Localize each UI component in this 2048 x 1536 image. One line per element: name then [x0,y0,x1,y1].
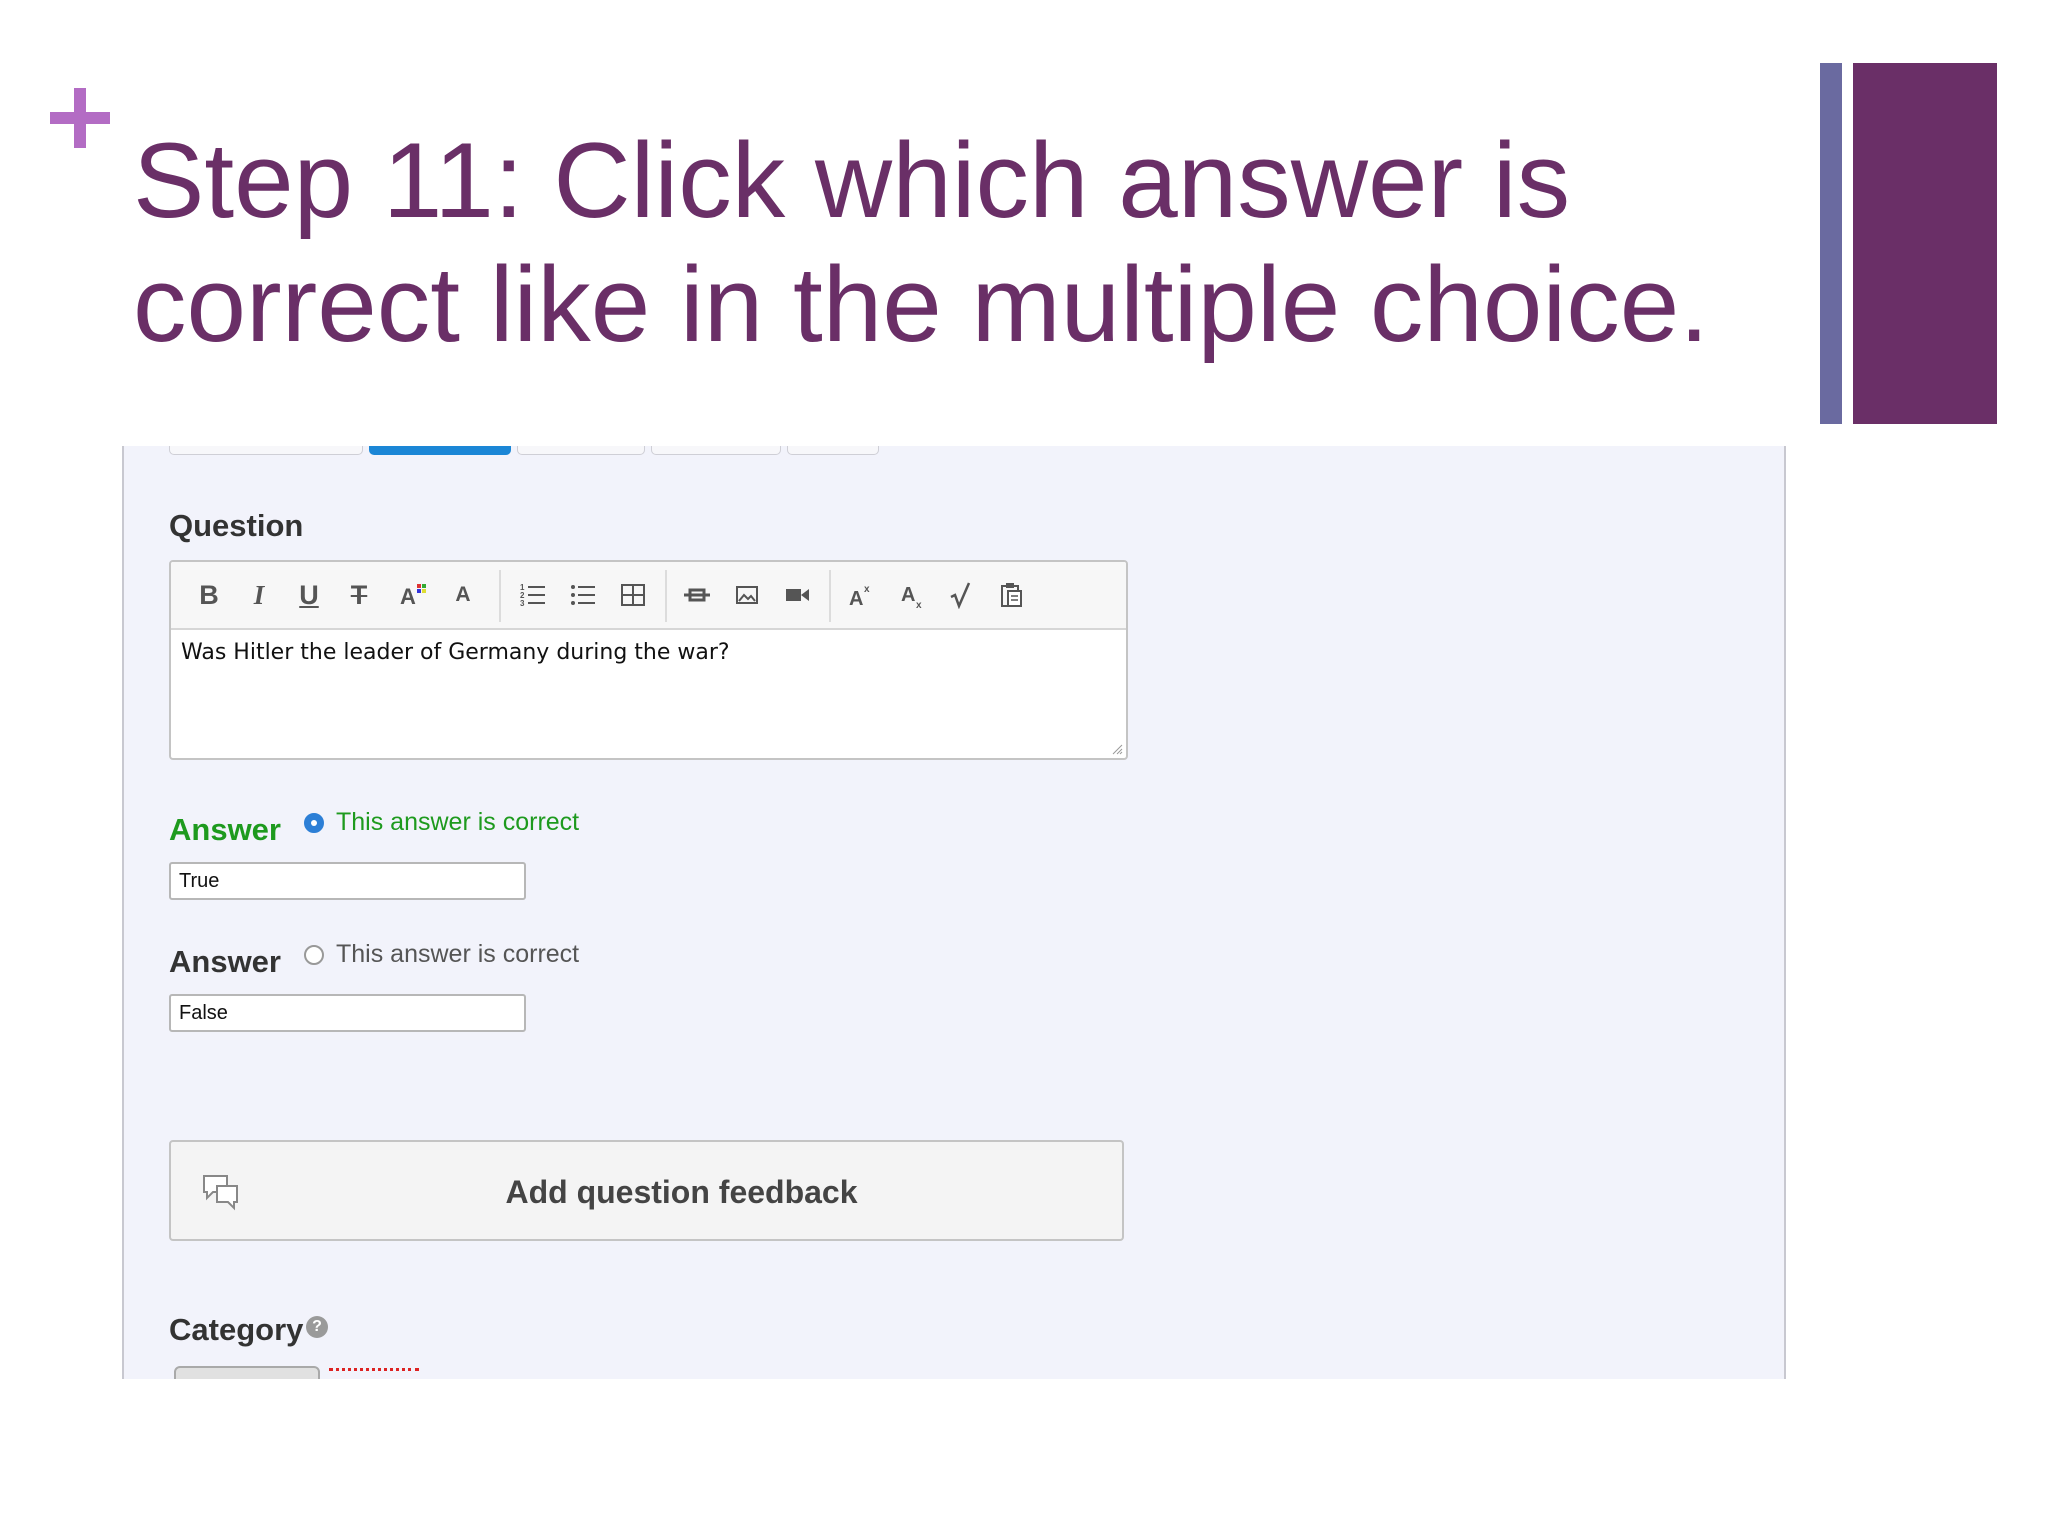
font-size-icon[interactable]: A [443,574,483,616]
answer-2-label: Answer [169,944,281,979]
question-label: Question [169,508,304,543]
answer-1-correct-text[interactable]: This answer is correct [336,808,579,837]
toolbar-separator [665,570,667,622]
category-label: Category [169,1312,304,1347]
answer-1-input[interactable]: True [169,862,526,900]
plus-icon [50,88,110,148]
svg-text:A: A [901,584,915,606]
help-icon[interactable]: ? [306,1316,328,1338]
bold-icon[interactable]: B [189,574,229,616]
ordered-list-icon[interactable]: 123 [513,574,553,616]
decorative-bar-thin [1820,63,1842,424]
toolbar-separator [829,570,831,622]
tab-2-active[interactable] [369,446,511,455]
subscript-icon[interactable]: Ax [893,574,933,616]
font-color-icon[interactable]: A [393,574,433,616]
paste-icon[interactable] [991,574,1031,616]
slide-title: Step 11: Click which answer is correct l… [133,120,1709,364]
resize-handle-icon[interactable] [1111,743,1123,755]
strikethrough-icon[interactable]: T [339,574,379,616]
svg-text:x: x [916,600,922,609]
svg-text:A: A [400,584,416,609]
underline-icon[interactable]: U [289,574,329,616]
tab-4[interactable] [651,446,781,455]
category-select[interactable] [174,1366,320,1379]
answer-2-correct-text[interactable]: This answer is correct [336,940,579,969]
tab-1[interactable] [169,446,363,455]
tab-5[interactable] [787,446,879,455]
answer-1-correct-radio[interactable] [304,813,324,833]
table-icon[interactable] [613,574,653,616]
image-icon[interactable] [727,574,767,616]
svg-text:x: x [864,584,870,595]
add-feedback-label: Add question feedback [505,1174,858,1210]
answer-1-label: Answer [169,812,281,847]
math-icon[interactable] [941,574,981,616]
video-icon[interactable] [777,574,817,616]
add-feedback-button[interactable]: Add question feedback [169,1140,1124,1241]
toolbar-separator [499,570,501,622]
decorative-bar-thick [1853,63,1997,424]
svg-text:3: 3 [520,599,525,608]
tab-3[interactable] [517,446,645,455]
italic-icon[interactable]: I [239,574,279,616]
question-text[interactable]: Was Hitler the leader of Germany during … [181,640,730,665]
answer-2-correct-radio[interactable] [304,945,324,965]
unordered-list-icon[interactable] [563,574,603,616]
embed-icon[interactable] [677,574,717,616]
screenshot-panel: Question B I U T A A 123 A x A x Was Hit… [122,446,1786,1379]
question-editor[interactable]: B I U T A A 123 A x A x Was Hitler the l… [169,560,1128,760]
superscript-icon[interactable]: Ax [841,574,881,616]
editor-toolbar: B I U T A A 123 A x A x [171,562,1126,630]
answer-2-input[interactable]: False [169,994,526,1032]
svg-text:A: A [849,588,863,609]
category-hint [329,1368,419,1379]
